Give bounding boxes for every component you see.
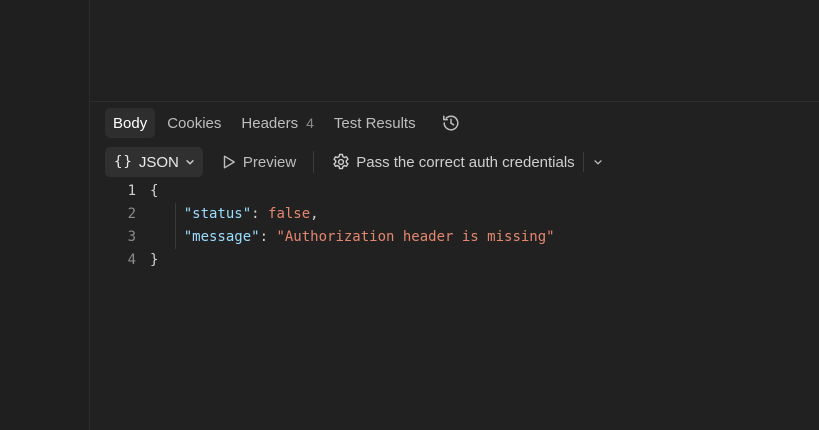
line-number: 3 [127,229,136,245]
tab-body[interactable]: Body [105,108,156,138]
tab-headers-label: Headers [241,114,299,132]
code-line: 1 { [105,180,555,203]
preview-button[interactable]: Preview [221,154,296,171]
left-sidebar [0,0,90,430]
tab-headers[interactable]: Headers 4 [233,108,322,138]
json-value-status: false [268,206,311,222]
response-toolbar: {} JSON Preview Pass the correct auth cr… [105,147,603,177]
toolbar-divider [313,151,315,173]
json-key-message: "message" [183,229,260,245]
format-select[interactable]: {} JSON [105,147,203,177]
format-select-label: JSON [138,153,179,171]
pane-divider[interactable] [90,101,819,102]
close-brace: } [150,252,159,268]
tab-cookies-label: Cookies [167,114,222,132]
code-line: 3 "message": "Authorization header is mi… [105,226,555,249]
line-number: 2 [127,206,136,222]
auth-suggestion-button[interactable]: Pass the correct auth credentials [331,152,575,172]
line-number: 4 [127,252,136,268]
tab-test-results[interactable]: Test Results [326,108,424,138]
toolbar-divider-small [582,152,584,172]
response-panel: Body Cookies Headers 4 Test Results {} J… [0,0,819,430]
json-value-message: "Authorization header is missing" [276,229,555,245]
preview-label: Preview [242,153,297,171]
code-line: 2 "status": false, [105,203,555,226]
json-key-status: "status" [183,206,252,222]
json-viewer[interactable]: 1 { 2 "status": false, 3 "message": "Aut… [105,180,555,272]
chevron-down-icon [185,157,195,167]
history-icon[interactable] [440,112,462,134]
headers-count-badge: 4 [306,115,314,131]
tab-test-results-label: Test Results [333,114,416,132]
line-number: 1 [127,183,136,199]
gear-icon [333,153,349,170]
auth-dropdown-button[interactable] [593,157,603,167]
indent-guide [175,203,176,249]
code-line: 4 } [105,249,555,272]
auth-suggestion-label: Pass the correct auth credentials [356,153,575,171]
tab-body-label: Body [113,114,148,132]
response-tabs: Body Cookies Headers 4 Test Results [105,108,462,138]
tab-cookies[interactable]: Cookies [159,108,229,138]
chevron-down-icon [594,160,602,165]
open-brace: { [150,183,159,199]
play-icon [223,155,235,169]
json-braces-icon: {} [114,154,133,170]
